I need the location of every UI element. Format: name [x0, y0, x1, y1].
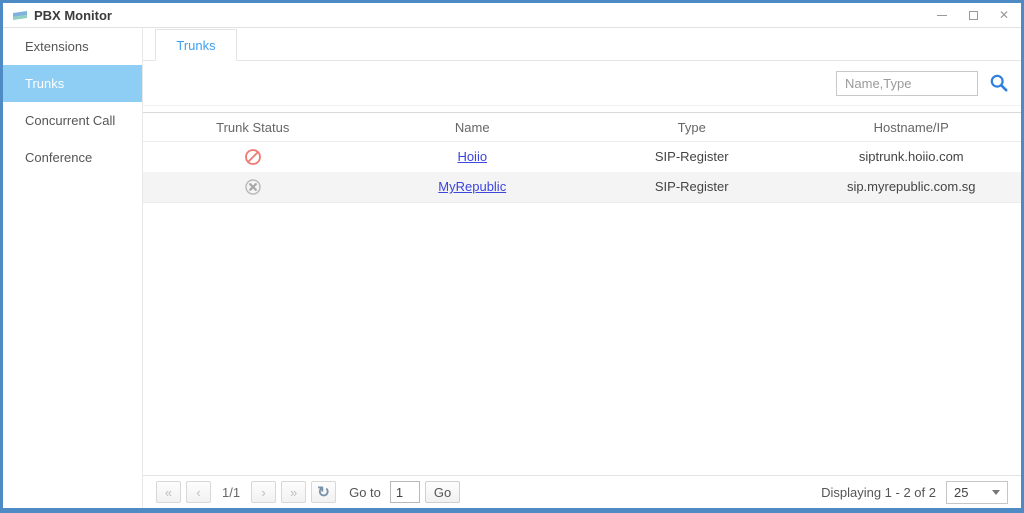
- sidebar-item-trunks[interactable]: Trunks: [3, 65, 142, 102]
- close-icon: ✕: [998, 8, 1010, 22]
- trunk-type-cell: SIP-Register: [654, 149, 729, 164]
- refresh-button[interactable]: ↻: [311, 481, 337, 503]
- table-body: Hoiio SIP-Register siptrunk.hoiio.com My…: [143, 142, 1021, 203]
- page-size-dropdown[interactable]: 25: [946, 480, 1008, 504]
- minimize-icon: [937, 14, 947, 16]
- table-row: Hoiio SIP-Register siptrunk.hoiio.com: [143, 142, 1021, 172]
- trunk-name-link[interactable]: MyRepublic: [438, 179, 506, 194]
- table-header-row: Trunk Status Name Type Hostname/IP: [143, 112, 1021, 142]
- blocked-status-icon: [244, 148, 261, 165]
- sidebar-item-conference[interactable]: Conference: [3, 139, 142, 176]
- refresh-icon: ↻: [317, 484, 330, 501]
- tab-bar: Trunks: [143, 28, 1021, 61]
- sidebar-item-extensions[interactable]: Extensions: [3, 28, 142, 65]
- prev-page-icon: ‹: [196, 484, 201, 500]
- search-icon: [990, 74, 1008, 92]
- last-page-button[interactable]: »: [281, 481, 307, 503]
- maximize-icon: [968, 10, 978, 20]
- table-empty-area: [143, 203, 1021, 475]
- goto-page-input[interactable]: [389, 481, 420, 503]
- page-indicator: 1/1: [222, 484, 241, 500]
- page-size-value: 25: [954, 484, 969, 500]
- column-header-name[interactable]: Name: [363, 120, 583, 135]
- table-row: MyRepublic SIP-Register sip.myrepublic.c…: [143, 172, 1021, 202]
- toolbar: [143, 61, 1021, 106]
- prev-page-button[interactable]: ‹: [186, 481, 211, 503]
- minimize-button[interactable]: [934, 7, 950, 23]
- close-button[interactable]: ✕: [996, 7, 1012, 23]
- first-page-button[interactable]: «: [156, 481, 181, 503]
- column-header-trunk-status[interactable]: Trunk Status: [143, 120, 363, 135]
- sidebar: Extensions Trunks Concurrent Call Confer…: [3, 28, 143, 508]
- trunk-hostname-cell: siptrunk.hoiio.com: [858, 149, 964, 164]
- next-page-button[interactable]: ›: [251, 481, 277, 503]
- maximize-button[interactable]: [965, 7, 981, 23]
- window-title: PBX Monitor: [34, 7, 112, 23]
- search-input[interactable]: [836, 70, 978, 96]
- sidebar-item-concurrent-call[interactable]: Concurrent Call: [3, 102, 142, 139]
- goto-label: Go to: [349, 484, 381, 500]
- trunk-type-cell: SIP-Register: [654, 179, 729, 194]
- pagination-bar: « ‹ 1/1 › » ↻ Go to Go Displaying 1 - 2 …: [143, 475, 1021, 508]
- column-header-hostname[interactable]: Hostname/IP: [802, 120, 1022, 135]
- trunks-table: Trunk Status Name Type Hostname/IP Hoiio…: [143, 112, 1021, 475]
- next-page-icon: ›: [261, 484, 266, 500]
- trunk-name-link[interactable]: Hoiio: [457, 149, 487, 164]
- trunk-status-cell: [143, 178, 363, 196]
- pbx-monitor-window: PBX Monitor ✕ Extensions Trunks Concurre…: [0, 0, 1024, 513]
- tab-trunks[interactable]: Trunks: [155, 29, 237, 61]
- window-controls: ✕: [934, 7, 1012, 23]
- trunk-status-cell: [143, 148, 363, 166]
- pagination-right: Displaying 1 - 2 of 2 25: [821, 480, 1008, 504]
- go-button[interactable]: Go: [424, 481, 461, 503]
- trunk-hostname-cell: sip.myrepublic.com.sg: [846, 179, 976, 194]
- last-page-icon: »: [289, 484, 298, 500]
- first-page-icon: «: [164, 484, 173, 500]
- title-bar: PBX Monitor ✕: [3, 3, 1021, 28]
- main-panel: Trunks Trunk Status Name Type Ho: [143, 28, 1021, 508]
- app-logo-icon: [13, 11, 27, 20]
- displaying-text: Displaying 1 - 2 of 2: [821, 484, 936, 500]
- disconnected-status-icon: [245, 179, 261, 195]
- caret-down-icon: [992, 489, 1000, 495]
- search-button[interactable]: [987, 71, 1011, 95]
- column-header-type[interactable]: Type: [582, 120, 802, 135]
